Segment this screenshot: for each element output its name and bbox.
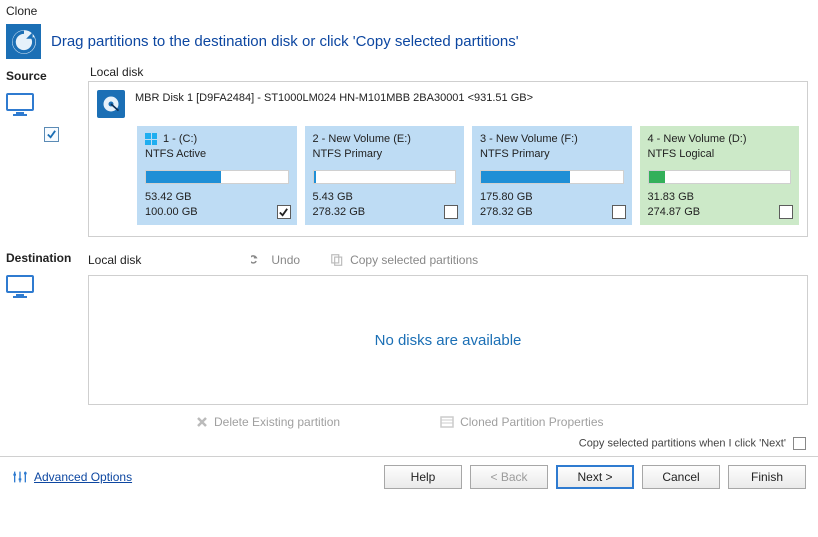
partition-card[interactable]: 2 - New Volume (E:)NTFS Primary 5.43 GB27… <box>305 126 465 225</box>
clone-hero-icon <box>6 24 41 59</box>
source-label: Source <box>6 69 82 83</box>
partition-fs: NTFS Primary <box>313 147 457 162</box>
partition-fs: NTFS Active <box>145 147 289 162</box>
destination-disk-panel[interactable]: No disks are available <box>88 275 808 405</box>
usage-bar <box>145 170 289 184</box>
cloned-props-label: Cloned Partition Properties <box>460 415 603 429</box>
hard-disk-icon <box>97 90 125 118</box>
close-icon <box>196 416 208 428</box>
advanced-options-label: Advanced Options <box>34 470 132 484</box>
source-select-checkbox[interactable] <box>44 127 59 142</box>
hero-text: Drag partitions to the destination disk … <box>51 33 519 50</box>
partition-name: 3 - New Volume (F:) <box>480 132 578 147</box>
source-local-label: Local disk <box>90 65 818 79</box>
monitor-icon <box>6 275 34 299</box>
delete-existing-button[interactable]: Delete Existing partition <box>196 415 340 429</box>
partition-sizes: 53.42 GB100.00 GB <box>145 190 289 220</box>
no-disks-text: No disks are available <box>375 332 522 349</box>
separator <box>0 456 818 457</box>
undo-label: Undo <box>271 253 300 267</box>
back-button[interactable]: < Back <box>470 465 548 489</box>
partition-name: 4 - New Volume (D:) <box>648 132 747 147</box>
cancel-button[interactable]: Cancel <box>642 465 720 489</box>
partition-checkbox[interactable] <box>277 205 291 219</box>
usage-bar <box>648 170 792 184</box>
window-title: Clone <box>0 0 818 18</box>
usage-bar <box>480 170 624 184</box>
copy-on-next-label: Copy selected partitions when I click 'N… <box>579 437 786 449</box>
partition-checkbox[interactable] <box>444 205 458 219</box>
partition-name: 1 - (C:) <box>163 132 197 147</box>
monitor-icon <box>6 93 34 117</box>
copy-on-next-row: Copy selected partitions when I click 'N… <box>0 435 818 454</box>
copy-selected-button[interactable]: Copy selected partitions <box>330 253 478 267</box>
partition-card[interactable]: 4 - New Volume (D:)NTFS Logical 31.83 GB2… <box>640 126 800 225</box>
copy-icon <box>330 253 344 267</box>
windows-icon <box>145 133 157 145</box>
partition-fs: NTFS Primary <box>480 147 624 162</box>
partition-checkbox[interactable] <box>779 205 793 219</box>
cloned-props-button[interactable]: Cloned Partition Properties <box>440 415 603 429</box>
destination-label: Destination <box>6 251 82 265</box>
destination-local-label: Local disk <box>88 253 141 267</box>
undo-icon <box>251 253 265 267</box>
partition-sizes: 175.80 GB278.32 GB <box>480 190 624 220</box>
finish-button[interactable]: Finish <box>728 465 806 489</box>
properties-icon <box>440 416 454 428</box>
copy-on-next-checkbox[interactable] <box>793 437 806 450</box>
partition-card[interactable]: 3 - New Volume (F:)NTFS Primary 175.80 GB… <box>472 126 632 225</box>
delete-existing-label: Delete Existing partition <box>214 415 340 429</box>
partition-checkbox[interactable] <box>612 205 626 219</box>
sliders-icon <box>12 469 28 485</box>
advanced-options-link[interactable]: Advanced Options <box>12 469 132 485</box>
partition-card[interactable]: 1 - (C:)NTFS Active 53.42 GB100.00 GB <box>137 126 297 225</box>
hero: Drag partitions to the destination disk … <box>0 18 818 65</box>
undo-button[interactable]: Undo <box>251 253 300 267</box>
partition-name: 2 - New Volume (E:) <box>313 132 411 147</box>
next-button[interactable]: Next > <box>556 465 634 489</box>
usage-bar <box>313 170 457 184</box>
partition-sizes: 31.83 GB274.87 GB <box>648 190 792 220</box>
copy-selected-label: Copy selected partitions <box>350 253 478 267</box>
partition-sizes: 5.43 GB278.32 GB <box>313 190 457 220</box>
partition-fs: NTFS Logical <box>648 147 792 162</box>
source-disk-panel: MBR Disk 1 [D9FA2484] - ST1000LM024 HN-M… <box>88 81 808 237</box>
disk-title: MBR Disk 1 [D9FA2484] - ST1000LM024 HN-M… <box>135 90 533 104</box>
help-button[interactable]: Help <box>384 465 462 489</box>
